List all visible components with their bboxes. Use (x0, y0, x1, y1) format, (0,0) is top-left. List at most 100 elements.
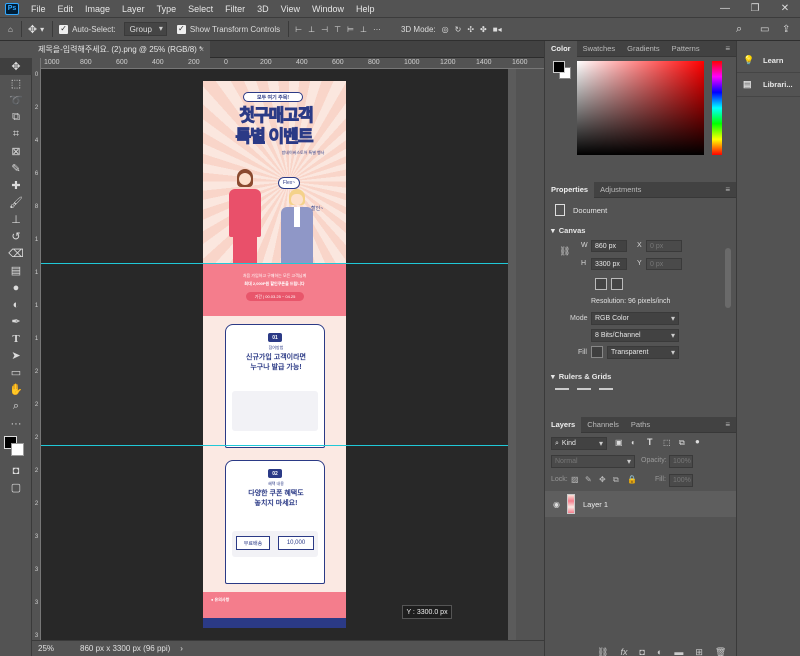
panel-menu-icon[interactable]: ≡ (725, 44, 730, 53)
marquee-tool-icon[interactable]: ⬚ (0, 75, 32, 92)
home-icon[interactable]: ⌂ (8, 25, 13, 34)
color-field[interactable] (577, 61, 704, 155)
frame-tool-icon[interactable]: ⊠ (0, 143, 32, 160)
rectangle-tool-icon[interactable]: ▭ (0, 364, 32, 381)
align-center-icon[interactable]: ⊥ (308, 25, 315, 34)
link-layers-icon[interactable]: ⛓ (597, 647, 608, 656)
tab-paths[interactable]: Paths (625, 417, 656, 433)
filter-toggle-icon[interactable]: ● (695, 437, 700, 446)
blend-mode-dropdown[interactable]: Normal (551, 455, 635, 468)
canvas-area[interactable]: 모두 여기 주목! 첫구매고객 특별 이벤트 방네이버스토어 특별 행사 Fle… (41, 69, 508, 640)
lasso-tool-icon[interactable]: ➰ (0, 92, 32, 109)
layer-filter-kind-dropdown[interactable]: ⌕ Kind (551, 437, 607, 450)
menu-view[interactable]: View (275, 4, 306, 14)
tab-swatches[interactable]: Swatches (577, 41, 622, 57)
dodge-tool-icon[interactable]: ◐ (0, 296, 32, 313)
width-field[interactable]: 860 px (591, 240, 627, 252)
search-icon[interactable]: ⌕ (736, 23, 742, 36)
layer-row[interactable]: ◉ Layer 1 (545, 491, 736, 517)
libraries-panel-button[interactable]: ▤ Librari... (737, 73, 800, 97)
layer-name[interactable]: Layer 1 (583, 500, 608, 509)
gradient-tool-icon[interactable]: ▤ (0, 262, 32, 279)
opacity-field[interactable]: 100% (669, 455, 693, 468)
menu-3d[interactable]: 3D (251, 4, 275, 14)
tab-properties[interactable]: Properties (545, 181, 595, 198)
tab-patterns[interactable]: Patterns (666, 41, 706, 57)
tab-channels[interactable]: Channels (581, 417, 625, 433)
status-menu-icon[interactable]: › (180, 644, 183, 653)
filter-smart-object-icon[interactable]: ⧉ (679, 438, 685, 448)
menu-help[interactable]: Help (350, 4, 381, 14)
path-select-icon[interactable]: ➤ (0, 347, 32, 364)
menu-type[interactable]: Type (151, 4, 183, 14)
align-bottom-icon[interactable]: ⊥ (360, 25, 367, 34)
align-left-icon[interactable]: ⊢ (295, 25, 302, 34)
filter-type-icon[interactable]: T (647, 437, 653, 447)
tab-color[interactable]: Color (545, 40, 577, 57)
lock-artboard-icon[interactable]: ⧉ (613, 475, 619, 485)
visibility-eye-icon[interactable]: ◉ (553, 500, 560, 509)
panel-menu-icon[interactable]: ≡ (725, 420, 730, 429)
hue-slider[interactable] (712, 61, 722, 155)
portrait-orientation-icon[interactable] (595, 278, 607, 290)
add-mask-icon[interactable]: ◘ (639, 647, 644, 656)
eraser-tool-icon[interactable]: ⌫ (0, 245, 32, 262)
menu-edit[interactable]: Edit (52, 4, 80, 14)
mode-dropdown[interactable]: RGB Color (591, 312, 679, 325)
x-field[interactable]: 0 px (646, 240, 682, 252)
tab-adjustments[interactable]: Adjustments (594, 182, 647, 198)
menu-filter[interactable]: Filter (219, 4, 251, 14)
menu-layer[interactable]: Layer (116, 4, 151, 14)
filter-adjustment-icon[interactable]: ◐ (631, 438, 636, 447)
fx-icon[interactable]: fx (620, 647, 627, 656)
tab-layers[interactable]: Layers (545, 416, 582, 433)
menu-image[interactable]: Image (79, 4, 116, 14)
hand-tool-icon[interactable]: ✋ (0, 381, 32, 398)
move-tool-icon[interactable]: ✥ (0, 58, 32, 75)
new-layer-icon[interactable]: ⊞ (695, 647, 703, 656)
maximize-icon[interactable]: ❐ (740, 0, 770, 17)
zoom-level[interactable]: 25% (32, 644, 66, 653)
color-swatches[interactable] (0, 432, 31, 462)
grid-icon[interactable] (577, 388, 591, 396)
height-field[interactable]: 3300 px (591, 258, 627, 270)
lock-position-icon[interactable]: ✥ (599, 475, 606, 484)
delete-layer-icon[interactable]: 🗑 (715, 647, 726, 656)
brush-tool-icon[interactable]: 🖌 (0, 194, 32, 211)
new-adjustment-icon[interactable]: ◐ (657, 647, 662, 656)
minimize-icon[interactable]: — (710, 0, 740, 17)
fg-color-chip[interactable] (553, 61, 565, 73)
align-top-icon[interactable]: ⊤ (334, 25, 341, 34)
crop-tool-icon[interactable]: ⌗ (0, 126, 32, 143)
tab-gradients[interactable]: Gradients (621, 41, 666, 57)
history-brush-icon[interactable]: ↺ (0, 228, 32, 245)
fill-dropdown[interactable]: Transparent (607, 346, 679, 359)
link-icon[interactable]: ⛓ (559, 246, 570, 257)
lock-transparent-icon[interactable]: ▨ (571, 475, 579, 484)
eyedropper-tool-icon[interactable]: ✎ (0, 160, 32, 177)
lock-all-icon[interactable]: 🔒 (627, 475, 637, 484)
object-select-tool-icon[interactable]: ⧉ (0, 109, 32, 126)
close-tab-icon[interactable]: × (199, 45, 204, 54)
close-icon[interactable]: ✕ (770, 0, 800, 17)
share-icon[interactable]: ⇪ (782, 24, 790, 35)
fill-swatch[interactable] (591, 346, 603, 358)
align-middle-icon[interactable]: ⊨ (347, 25, 354, 34)
document-image[interactable]: 모두 여기 주목! 첫구매고객 특별 이벤트 방네이버스토어 특별 행사 Fle… (203, 81, 346, 628)
new-group-icon[interactable]: ▬ (674, 647, 683, 656)
ruler-unit-icon[interactable] (555, 388, 569, 396)
learn-panel-button[interactable]: 💡 Learn (737, 49, 800, 73)
auto-select-dropdown[interactable]: Group (123, 22, 167, 36)
rulers-grids-section[interactable]: ▾ Rulers & Grids (545, 368, 611, 384)
filter-shape-icon[interactable]: ⬚ (663, 438, 671, 447)
menu-window[interactable]: Window (306, 4, 350, 14)
healing-brush-icon[interactable]: ✚ (0, 177, 32, 194)
properties-scrollbar[interactable] (725, 248, 731, 308)
blur-tool-icon[interactable]: ● (0, 279, 32, 296)
quick-mask-icon[interactable]: ◘ (0, 462, 32, 479)
screen-mode-icon[interactable]: ▢ (0, 479, 32, 496)
panel-menu-icon[interactable]: ≡ (725, 185, 730, 194)
pen-tool-icon[interactable]: ✒ (0, 313, 32, 330)
zoom-tool-icon[interactable]: ⌕ (0, 398, 32, 415)
workspace-icon[interactable]: ▭ (760, 24, 769, 35)
